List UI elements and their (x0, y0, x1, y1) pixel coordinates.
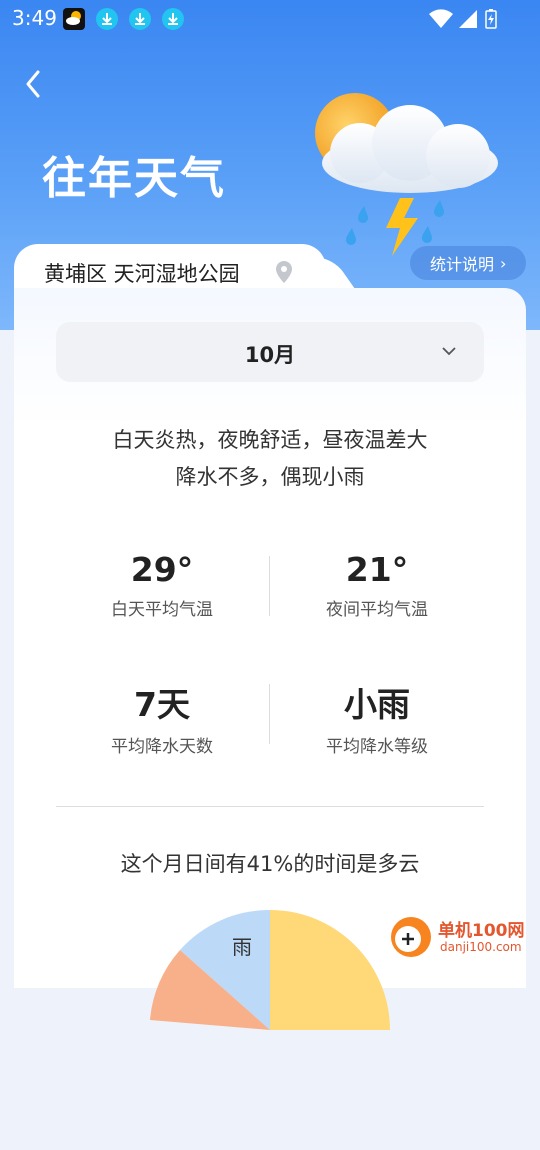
metric-value: 7天 (134, 685, 190, 724)
chevron-down-icon (442, 347, 456, 356)
description-line-2: 降水不多，偶现小雨 (175, 465, 365, 489)
section-divider (56, 806, 484, 807)
status-bar: 3:49 (0, 0, 540, 38)
pie-slice-sun (270, 910, 390, 1030)
watermark-url: danji100.com (440, 940, 522, 954)
content-card (14, 288, 526, 988)
divider (269, 556, 270, 616)
download-icon (95, 7, 119, 31)
stats-explanation-button[interactable]: 统计说明 › (410, 246, 526, 280)
divider (269, 684, 270, 744)
month-dropdown[interactable]: 10月 (56, 322, 484, 382)
download-icon (128, 7, 152, 31)
wifi-icon (428, 7, 454, 31)
metric-day-temp: 29° 白天平均气温 (62, 550, 262, 620)
watermark: 单机100网 danji100.com (388, 914, 540, 960)
description-line-1: 白天炎热，夜晚舒适，昼夜温差大 (112, 428, 428, 452)
metric-label: 平均降水天数 (111, 737, 213, 757)
chevron-right-icon: › (500, 253, 507, 273)
battery-icon (482, 7, 500, 31)
metric-label: 平均降水等级 (326, 737, 428, 757)
weather-app-icon (62, 7, 86, 31)
location-pin-icon[interactable] (274, 260, 294, 284)
metric-night-temp: 21° 夜间平均气温 (277, 550, 477, 620)
metric-value: 21° (345, 550, 409, 589)
chevron-left-icon (26, 70, 40, 98)
thunderstorm-icon (315, 93, 498, 256)
download-icon (161, 7, 185, 31)
location-name: 黄埔区 天河湿地公园 (44, 262, 240, 286)
status-time: 3:49 (12, 6, 57, 30)
signal-icon (456, 7, 480, 31)
metric-rain-days: 7天 平均降水天数 (62, 678, 262, 757)
metric-label: 夜间平均气温 (326, 600, 428, 620)
stats-explanation-label: 统计说明 (430, 255, 495, 274)
pie-label-rain: 雨 (232, 935, 252, 959)
watermark-logo-icon (391, 917, 431, 957)
cloud-summary: 这个月日间有41%的时间是多云 (120, 852, 420, 876)
page-title: 往年天气 (42, 153, 226, 204)
weather-pie-chart: 雨 (150, 910, 390, 1030)
back-button[interactable] (18, 66, 48, 102)
metric-label: 白天平均气温 (111, 600, 213, 620)
watermark-brand: 单机100网 (438, 921, 525, 941)
metric-value: 29° (130, 550, 194, 589)
metric-value: 小雨 (344, 685, 410, 724)
metric-rain-level: 小雨 平均降水等级 (277, 678, 477, 757)
month-value: 10月 (244, 343, 296, 367)
